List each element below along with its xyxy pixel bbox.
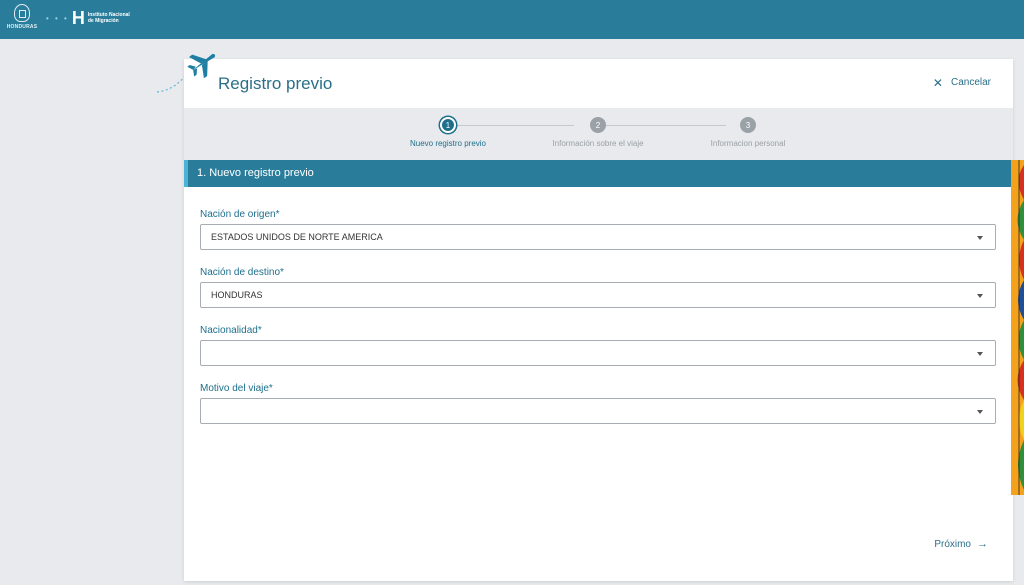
step-3-circle: 3 bbox=[740, 117, 756, 133]
nationality-label: Nacionalidad* bbox=[200, 325, 262, 336]
decorative-art-strip bbox=[1011, 160, 1024, 495]
step-2-label: Información sobre el viaje bbox=[552, 139, 644, 148]
step-1-label: Nuevo registro previo bbox=[409, 139, 487, 148]
next-label: Próximo bbox=[934, 538, 971, 550]
destination-label: Nación de destino* bbox=[200, 267, 284, 278]
chevron-down-icon bbox=[977, 294, 983, 298]
next-button[interactable]: Próximo → bbox=[934, 538, 988, 550]
close-icon: ✕ bbox=[932, 75, 943, 90]
origin-label: Nación de origen* bbox=[200, 209, 280, 220]
nationality-select[interactable] bbox=[200, 340, 996, 366]
honduras-seal-logo: HONDURAS bbox=[6, 4, 38, 34]
reason-select[interactable] bbox=[200, 398, 996, 424]
page-title: Registro previo bbox=[218, 74, 333, 93]
institute-name-line2: de Migración bbox=[87, 18, 119, 24]
stepper: 1 Nuevo registro previo 2 Información so… bbox=[184, 108, 1013, 160]
chevron-down-icon bbox=[977, 236, 983, 240]
coat-of-arms-icon bbox=[14, 4, 30, 22]
institute-logo: • • • H Instituto Nacional de Migración bbox=[46, 9, 130, 27]
section-title: 1. Nuevo registro previo bbox=[197, 167, 314, 179]
step-3-label: Informacion personal bbox=[710, 139, 786, 148]
institute-letter: H bbox=[71, 8, 85, 28]
origin-select[interactable]: ESTADOS UNIDOS DE NORTE AMERICA bbox=[200, 224, 996, 250]
top-bar: HONDURAS • • • H Instituto Nacional de M… bbox=[0, 0, 1024, 39]
step-2: 2 Información sobre el viaje bbox=[528, 117, 668, 148]
chevron-down-icon bbox=[977, 352, 983, 356]
origin-value: ESTADOS UNIDOS DE NORTE AMERICA bbox=[211, 232, 383, 242]
airplane-icon bbox=[187, 53, 216, 79]
step-1-circle: 1 bbox=[440, 117, 456, 133]
destination-value: HONDURAS bbox=[211, 290, 263, 300]
reason-label: Motivo del viaje* bbox=[200, 383, 273, 394]
chevron-down-icon bbox=[977, 410, 983, 414]
stars-icon: • • • bbox=[46, 13, 69, 23]
destination-select[interactable]: HONDURAS bbox=[200, 282, 996, 308]
arrow-right-icon: → bbox=[977, 538, 988, 550]
section-header: 1. Nuevo registro previo bbox=[184, 160, 1013, 187]
step-3: 3 Informacion personal bbox=[678, 117, 818, 148]
seal-text: HONDURAS bbox=[6, 24, 38, 30]
cancel-label: Cancelar bbox=[950, 77, 991, 88]
cancel-button[interactable]: ✕ Cancelar bbox=[932, 75, 991, 90]
registration-card: Registro previo ✕ Cancelar 1 Nuevo regis… bbox=[184, 59, 1013, 581]
step-1: 1 Nuevo registro previo bbox=[378, 117, 518, 148]
step-2-circle: 2 bbox=[590, 117, 606, 133]
